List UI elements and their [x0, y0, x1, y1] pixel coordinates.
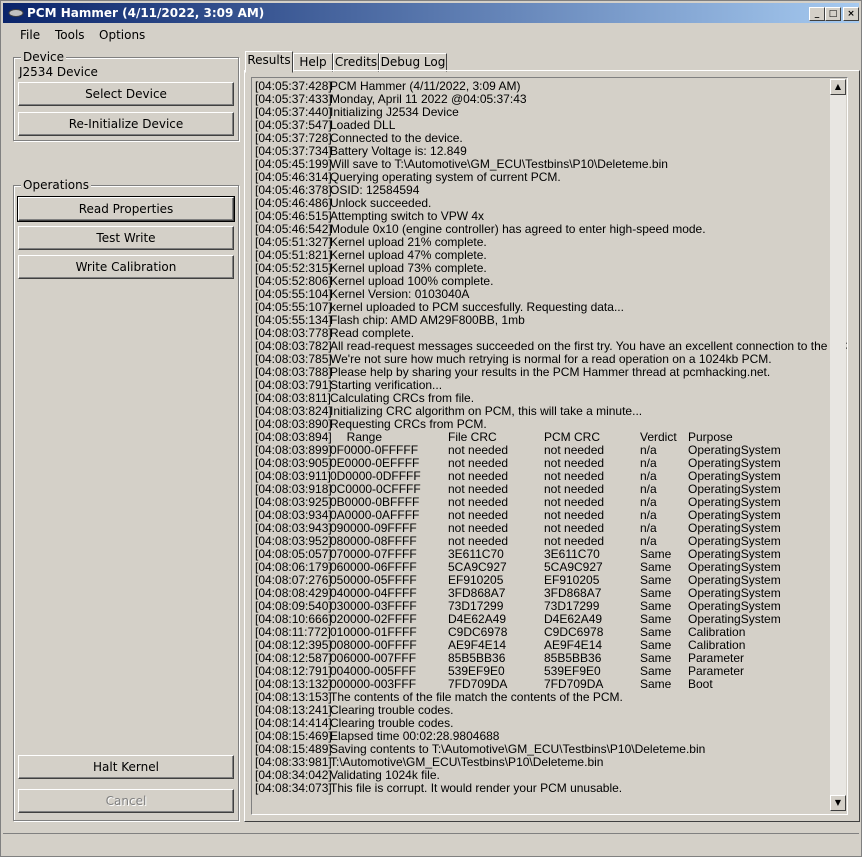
tab-results[interactable]: Results	[245, 51, 293, 73]
log-text: [04:05:37:428]PCM Hammer (4/11/2022, 3:0…	[255, 80, 847, 795]
menu-options[interactable]: Options	[99, 28, 145, 42]
hammer-icon	[8, 9, 24, 17]
menu-bar: File Tools Options	[3, 25, 859, 45]
reinitialize-device-button[interactable]: Re-Initialize Device	[18, 112, 234, 136]
status-bar	[3, 833, 859, 854]
write-calibration-button[interactable]: Write Calibration	[18, 255, 234, 279]
title-bar[interactable]: PCM Hammer (4/11/2022, 3:09 AM) _ □ ×	[3, 3, 859, 23]
operations-groupbox	[13, 185, 239, 821]
menu-file[interactable]: File	[20, 28, 40, 42]
close-icon[interactable]: ×	[843, 7, 859, 21]
halt-kernel-button[interactable]: Halt Kernel	[18, 755, 234, 779]
main-window: PCM Hammer (4/11/2022, 3:09 AM) _ □ × Fi…	[0, 0, 862, 857]
minimize-icon[interactable]: _	[809, 7, 825, 21]
log-line: [04:08:34:073]This file is corrupt. It w…	[255, 781, 623, 795]
maximize-icon[interactable]: □	[825, 7, 841, 21]
operations-group-label: Operations	[21, 178, 91, 192]
cancel-button[interactable]: Cancel	[18, 789, 234, 813]
window-title: PCM Hammer (4/11/2022, 3:09 AM)	[27, 6, 265, 20]
device-group-label: Device	[21, 50, 67, 64]
read-properties-button[interactable]: Read Properties	[17, 196, 235, 222]
select-device-button[interactable]: Select Device	[18, 82, 234, 106]
vertical-scrollbar[interactable]: ▲ ▼	[830, 79, 846, 811]
menu-tools[interactable]: Tools	[55, 28, 85, 42]
scroll-up-icon[interactable]: ▲	[830, 79, 846, 95]
device-name: J2534 Device	[19, 65, 98, 79]
results-log[interactable]: [04:05:37:428]PCM Hammer (4/11/2022, 3:0…	[251, 77, 848, 815]
test-write-button[interactable]: Test Write	[18, 226, 234, 250]
scroll-down-icon[interactable]: ▼	[830, 795, 846, 811]
